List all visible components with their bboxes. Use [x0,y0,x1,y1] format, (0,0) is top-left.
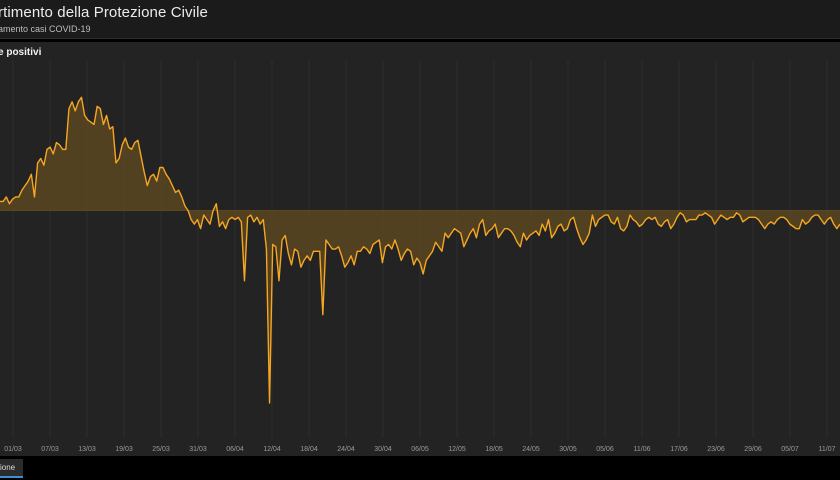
x-tick-label: 13/03 [78,446,96,453]
footer-bar: ione [0,456,840,480]
dashboard-subtitle: amento casi COVID-19 [0,24,91,34]
x-tick-label: 23/06 [707,446,725,453]
x-tick-label: 31/03 [189,446,207,453]
x-tick-label: 25/03 [152,446,170,453]
x-tick-label: 12/04 [263,446,281,453]
x-tick-label: 24/05 [522,446,540,453]
panel-title: e positivi [0,47,42,58]
footer-tab[interactable]: ione [0,459,24,478]
x-tick-label: 11/06 [634,446,651,453]
x-tick-label: 05/06 [596,446,614,453]
x-tick-label: 07/03 [41,446,59,453]
dashboard-header: rtimento della Protezione Civile amento … [0,0,840,39]
dashboard-title: rtimento della Protezione Civile [0,4,208,21]
x-tick-label: 29/06 [744,446,762,453]
x-axis-ticks: 01/03 07/03 13/03 19/03 25/03 31/03 06/04 12/04… [4,446,835,453]
x-tick-label: 17/06 [670,446,688,453]
chart-panel: 01/03 07/03 13/03 19/03 25/03 31/03 06/04 12/04… [0,42,840,456]
x-tick-label: 30/04 [374,446,392,453]
x-tick-label: 06/05 [411,446,429,453]
x-tick-label: 05/07 [781,446,799,453]
x-tick-label: 06/04 [226,446,244,453]
positive-cases-chart[interactable]: 01/03 07/03 13/03 19/03 25/03 31/03 06/04 12/04… [0,42,840,456]
x-tick-label: 19/03 [115,446,133,453]
x-tick-label: 11/07 [819,446,836,453]
x-tick-label: 30/05 [559,446,577,453]
x-tick-label: 24/04 [337,446,355,453]
x-tick-label: 18/05 [485,446,503,453]
x-tick-label: 01/03 [4,446,22,453]
x-tick-label: 18/04 [300,446,318,453]
x-tick-label: 12/05 [448,446,466,453]
